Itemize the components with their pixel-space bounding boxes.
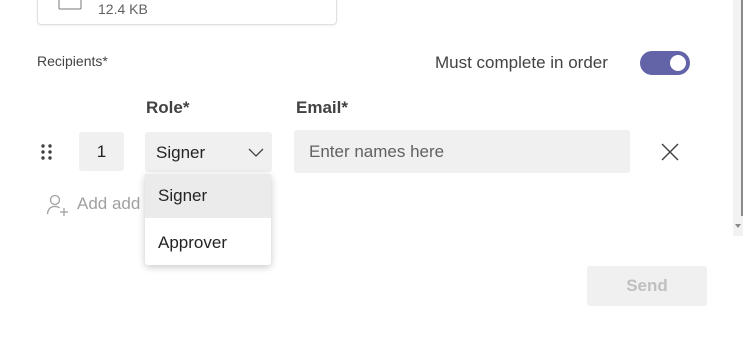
complete-in-order-toggle[interactable] [640,51,690,75]
attachment-card: 12.4 KB [37,0,337,25]
chevron-down-icon [248,148,264,157]
remove-attachment-icon[interactable] [296,0,316,3]
signing-order-value: 1 [96,141,107,161]
recipients-label: Recipients* [37,53,108,69]
signing-order-number[interactable]: 1 [79,132,124,171]
role-option-signer[interactable]: Signer [145,174,271,218]
complete-in-order-label: Must complete in order [435,53,608,72]
remove-recipient-icon[interactable] [660,143,680,161]
file-size: 12.4 KB [98,1,148,17]
scroll-down-arrow-icon[interactable] [734,222,742,230]
role-select[interactable]: Signer [145,132,272,172]
add-person-icon [46,194,68,216]
email-column-header: Email* [296,98,348,117]
word-document-icon [58,0,82,10]
role-dropdown-menu: Signer Approver [145,174,271,265]
drag-handle-icon[interactable] [40,143,54,161]
role-select-value: Signer [156,143,206,162]
role-option-approver[interactable]: Approver [145,221,271,265]
role-column-header: Role* [146,98,190,117]
email-input[interactable] [294,130,630,173]
toggle-knob [670,55,686,71]
add-recipient-label: Add add [77,194,141,213]
send-button[interactable]: Send [587,266,707,306]
